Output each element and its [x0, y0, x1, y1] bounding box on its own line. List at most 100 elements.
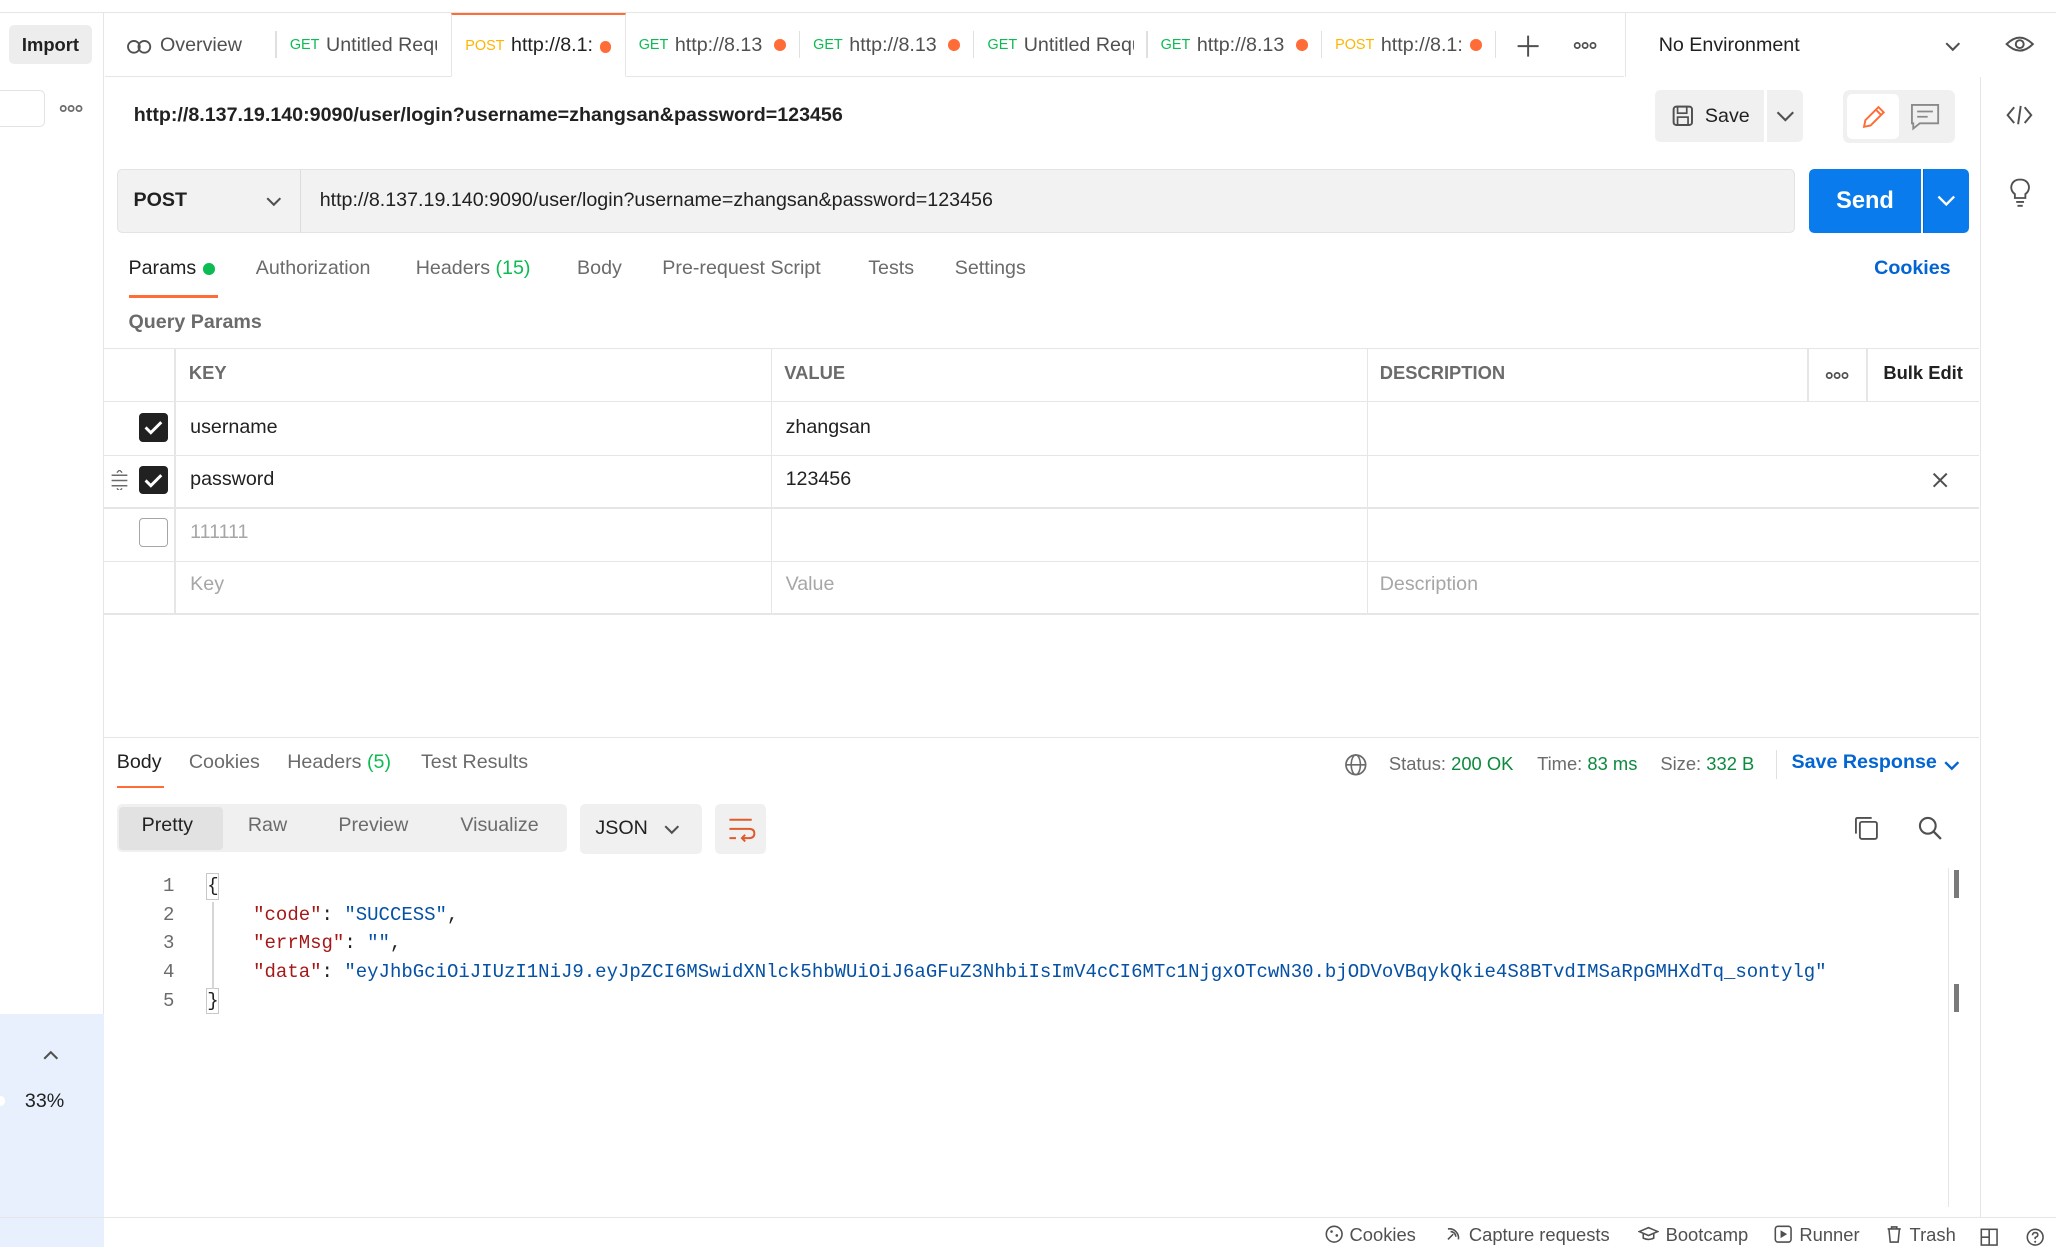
tab-method: GET [813, 37, 843, 54]
tab-params[interactable]: Params [129, 257, 215, 296]
view-raw[interactable]: Raw [248, 814, 287, 837]
response-tab-test-results[interactable]: Test Results [421, 751, 528, 774]
eye-icon[interactable] [2004, 31, 2035, 57]
scrollbar-marker[interactable] [1954, 869, 1960, 899]
scrollbar-marker[interactable] [1954, 983, 1960, 1013]
tab-method: POST [1335, 37, 1375, 54]
bulk-edit-button[interactable]: Bulk Edit [1883, 362, 1963, 384]
statusbar-runner[interactable]: Runner [1774, 1224, 1860, 1246]
view-pretty[interactable]: Pretty [142, 814, 193, 837]
tab-request[interactable]: POST http://8.1: [1322, 13, 1495, 77]
param-checkbox[interactable] [139, 465, 168, 495]
delete-row-icon[interactable] [1931, 471, 1949, 489]
chevron-down-icon[interactable] [1940, 753, 1964, 777]
response-tab-headers[interactable]: Headers (5) [287, 751, 391, 774]
tab-authorization[interactable]: Authorization [256, 257, 371, 296]
copy-icon[interactable] [1852, 814, 1881, 843]
more-options-icon[interactable] [58, 98, 84, 119]
statusbar-capture[interactable]: Capture requests [1444, 1224, 1610, 1246]
save-options-button[interactable] [1766, 90, 1804, 142]
send-button[interactable]: Send [1808, 169, 1922, 234]
unsaved-dot [773, 39, 786, 52]
new-value-input[interactable]: Value [786, 573, 835, 596]
pane-splitter[interactable] [103, 737, 1980, 739]
statusbar-cookies[interactable]: Cookies [1325, 1224, 1416, 1246]
json-colon: : [321, 961, 345, 984]
time-label: Time: [1537, 752, 1583, 774]
tab-request-active[interactable]: POST http://8.1: [451, 13, 626, 78]
two-pane-icon[interactable] [1980, 1228, 1999, 1246]
statusbar-trash[interactable]: Trash [1885, 1224, 1956, 1246]
response-tab-cookies[interactable]: Cookies [189, 751, 260, 774]
json-comma: , [446, 903, 459, 926]
import-button[interactable]: Import [9, 24, 92, 65]
save-button[interactable]: Save [1655, 90, 1764, 142]
param-checkbox[interactable] [139, 413, 168, 442]
code-icon[interactable] [2005, 102, 2034, 128]
tab-request[interactable]: GET http://8.13 [800, 13, 973, 77]
active-tab-underline [128, 295, 218, 298]
sidebar-filter-box[interactable] [0, 90, 45, 128]
wrap-lines-button[interactable] [714, 803, 766, 854]
tab-request[interactable]: GET http://8.13 [626, 13, 799, 77]
view-visualize[interactable]: Visualize [460, 814, 538, 837]
url-input[interactable]: http://8.137.19.140:9090/user/login?user… [300, 169, 1796, 234]
param-key[interactable]: password [190, 468, 274, 491]
more-tabs-icon[interactable] [1572, 35, 1598, 56]
tab-request[interactable]: GET http://8.13 [1148, 13, 1321, 77]
format-select[interactable]: JSON [579, 803, 702, 854]
save-response-button[interactable]: Save Response [1792, 751, 1937, 774]
search-icon[interactable] [1916, 814, 1945, 843]
param-value[interactable]: 123456 [786, 468, 852, 491]
edit-mode-button[interactable] [1846, 94, 1900, 139]
lightbulb-icon[interactable] [2007, 177, 2033, 208]
new-key-input[interactable]: Key [190, 573, 224, 596]
status-label: Status: [1388, 752, 1447, 774]
code-line: } [207, 990, 218, 1012]
tab-settings[interactable]: Settings [955, 257, 1026, 296]
cookies-link[interactable]: Cookies [1874, 257, 1950, 280]
column-header-value: VALUE [784, 361, 846, 383]
send-options-button[interactable] [1922, 169, 1969, 234]
environment-select[interactable]: No Environment [1624, 13, 1976, 78]
response-time[interactable]: Time: 83 ms [1537, 753, 1637, 775]
tab-body[interactable]: Body [577, 257, 622, 296]
plus-icon[interactable] [1515, 33, 1541, 59]
new-description-input[interactable]: Description [1380, 573, 1478, 596]
param-value[interactable]: zhangsan [786, 416, 871, 439]
globe-icon[interactable] [1344, 753, 1368, 777]
table-options-icon[interactable] [1824, 365, 1850, 386]
tab-tests[interactable]: Tests [868, 257, 914, 296]
headers-count: (15) [495, 257, 531, 280]
request-title[interactable]: http://8.137.19.140:9090/user/login?user… [134, 104, 843, 127]
chevron-down-icon[interactable] [1941, 34, 1965, 58]
response-tab-body[interactable]: Body [117, 751, 162, 774]
param-key[interactable]: 111111 [190, 521, 248, 544]
tab-request[interactable]: GET Untitled Requ [277, 13, 437, 77]
response-status[interactable]: Status: 200 OK [1389, 753, 1514, 775]
environment-label: No Environment [1658, 33, 1800, 56]
comment-icon[interactable] [1908, 101, 1942, 132]
overview-icon [126, 35, 152, 56]
table-divider [103, 401, 1980, 403]
param-checkbox[interactable] [139, 518, 168, 547]
drag-handle-icon[interactable] [109, 469, 130, 491]
tab-prerequest-script[interactable]: Pre-request Script [662, 257, 820, 296]
view-preview[interactable]: Preview [338, 814, 408, 837]
chevron-up-icon[interactable] [39, 1043, 63, 1067]
tab-headers[interactable]: Headers (15) [416, 257, 531, 296]
response-size[interactable]: Size: 332 B [1660, 753, 1754, 775]
param-key[interactable]: username [190, 416, 277, 439]
indent-guide [212, 902, 214, 989]
tab-label: http://8.13 [849, 33, 937, 56]
chevron-down-icon[interactable] [262, 189, 286, 213]
tab-request[interactable]: GET Untitled Requ [974, 13, 1135, 77]
chevron-down-icon[interactable] [660, 817, 684, 841]
line-number: 5 [163, 990, 175, 1013]
statusbar-bootcamp[interactable]: Bootcamp [1638, 1224, 1748, 1246]
tab-overview[interactable]: Overview [113, 13, 270, 77]
tab-label: Overview [159, 33, 242, 56]
scrollbar-track[interactable] [1947, 868, 1949, 1207]
time-value: 83 ms [1587, 752, 1638, 774]
help-icon[interactable] [2026, 1228, 2045, 1246]
